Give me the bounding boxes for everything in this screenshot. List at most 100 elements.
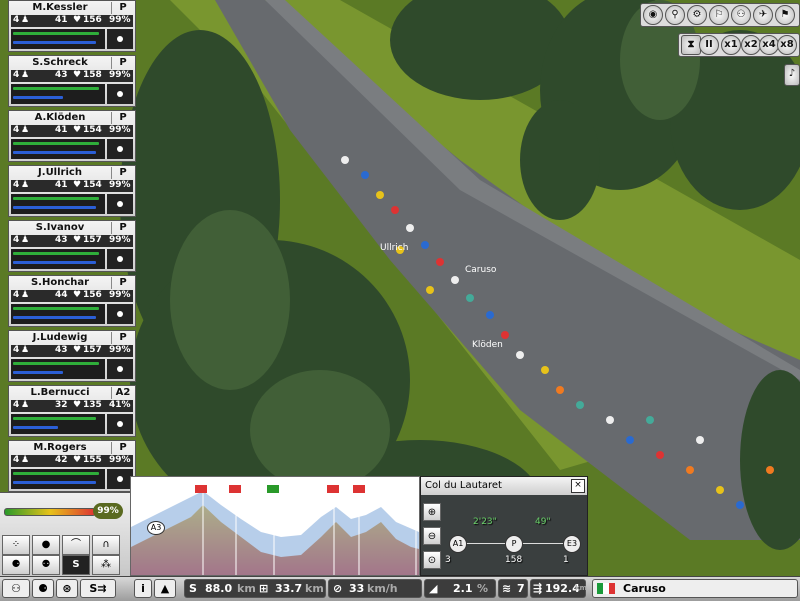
rider-stat-a: 43 bbox=[55, 345, 68, 355]
rider-stat-b: 158 bbox=[83, 70, 102, 80]
view-rider-icon[interactable]: ⚲ bbox=[665, 5, 685, 25]
info-button[interactable]: i bbox=[134, 579, 152, 598]
rider-bars bbox=[11, 304, 105, 324]
rider-stat-a: 41 bbox=[55, 15, 68, 25]
wind-value: 7 bbox=[517, 582, 525, 595]
zoom-reset-icon[interactable]: ⊙ bbox=[423, 551, 441, 569]
rider-blue-bar bbox=[13, 151, 96, 154]
rider-stats: 4 ♟ 41 ♥ 154 99% bbox=[11, 125, 133, 137]
view-road-icon[interactable]: ⚐ bbox=[709, 5, 729, 25]
rider-stats: 4 ♟ 32 ♥ 135 41% bbox=[11, 400, 133, 412]
rider-stat-b: 154 bbox=[83, 180, 102, 190]
rider-card[interactable]: S.Honchar P 4 ♟ 44 ♥ 156 99% bbox=[8, 275, 136, 327]
speed-x1-button[interactable]: x1 bbox=[721, 35, 741, 55]
group-count-right: 1 bbox=[563, 555, 569, 565]
rider-status-dot[interactable] bbox=[107, 139, 133, 159]
rider-stats: 4 ♟ 43 ♥ 157 99% bbox=[11, 235, 133, 247]
rider-name: J.Ullrich bbox=[38, 167, 82, 178]
rider-icon: ♟ bbox=[21, 180, 30, 190]
rider-name: S.Honchar bbox=[30, 277, 90, 288]
rider-stat-a: 32 bbox=[55, 400, 68, 410]
formation-icon[interactable]: ⁘ bbox=[2, 535, 30, 555]
map-label-kloeden: Klöden bbox=[472, 340, 503, 350]
riders-menu-icon[interactable]: ⚇ bbox=[2, 579, 30, 598]
pace-icon[interactable]: ∩ bbox=[92, 535, 120, 555]
sprint-icon[interactable]: ⚉ bbox=[32, 555, 60, 575]
group-node-right[interactable]: E3 bbox=[563, 535, 581, 553]
feed-icon[interactable]: ⁂ bbox=[92, 555, 120, 575]
music-button[interactable]: ♪ bbox=[784, 64, 800, 86]
close-icon[interactable]: × bbox=[571, 479, 585, 493]
rider-stat-b: 135 bbox=[83, 400, 102, 410]
rider-role: P bbox=[111, 167, 134, 179]
rider-role: P bbox=[111, 2, 134, 14]
rider-role: P bbox=[111, 112, 134, 124]
view-group-icon[interactable]: ⚙ bbox=[687, 5, 707, 25]
rider-status-dot[interactable] bbox=[107, 194, 133, 214]
rider-stats: 4 ♟ 42 ♥ 155 99% bbox=[11, 455, 133, 467]
rider-status-dot[interactable] bbox=[107, 29, 133, 49]
s-button-icon[interactable]: S bbox=[62, 555, 90, 575]
rider-icon: ♟ bbox=[21, 400, 30, 410]
profile-toggle-icon[interactable]: ▲ bbox=[154, 579, 176, 598]
camera-icon[interactable]: ◉ bbox=[643, 5, 663, 25]
rider-stat-a: 41 bbox=[55, 125, 68, 135]
rider-energy-pct: 99% bbox=[109, 180, 131, 190]
rider-blue-bar bbox=[13, 426, 58, 429]
rider-status-dot[interactable] bbox=[107, 84, 133, 104]
rider-stat-a: 41 bbox=[55, 180, 68, 190]
rider-stats: 4 ♟ 43 ♥ 158 99% bbox=[11, 70, 133, 82]
attack-icon[interactable]: ● bbox=[32, 535, 60, 555]
team-energy-bar bbox=[4, 508, 96, 516]
group-count-left: 3 bbox=[445, 555, 451, 565]
rider-number: 4 bbox=[13, 455, 20, 465]
map-label-ullrich: Ullrich bbox=[380, 243, 408, 253]
rider-card[interactable]: L.Bernucci A2 4 ♟ 32 ♥ 135 41% bbox=[8, 385, 136, 437]
rider-status-dot[interactable] bbox=[107, 414, 133, 434]
camera-toolbar: ◉ ⚲ ⚙ ⚐ ⚇ ✈ ⚑ bbox=[640, 3, 800, 27]
zoom-out-icon[interactable]: ⊖ bbox=[423, 527, 441, 545]
rider-stat-b: 157 bbox=[83, 345, 102, 355]
rider-card[interactable]: S.Ivanov P 4 ♟ 43 ♥ 157 99% bbox=[8, 220, 136, 272]
climb-title: Col du Lautaret bbox=[421, 477, 587, 495]
rider-role: P bbox=[111, 57, 134, 69]
rider-bars bbox=[11, 249, 105, 269]
sprint-menu-icon[interactable]: S⇉ bbox=[80, 579, 116, 598]
leader-panel[interactable]: Caruso bbox=[592, 579, 798, 598]
speed-x4-button[interactable]: x4 bbox=[759, 35, 779, 55]
rider-card[interactable]: S.Schreck P 4 ♟ 43 ♥ 158 99% bbox=[8, 55, 136, 107]
rider-card[interactable]: M.Kessler P 4 ♟ 41 ♥ 156 99% bbox=[8, 0, 136, 52]
rider-green-bar bbox=[13, 32, 99, 35]
rider-status-dot[interactable] bbox=[107, 249, 133, 269]
wheel-menu-icon[interactable]: ⊛ bbox=[56, 579, 78, 598]
italy-flag-icon bbox=[597, 583, 615, 594]
pause-button[interactable]: II bbox=[699, 35, 719, 55]
group-node-mid[interactable]: P bbox=[505, 535, 523, 553]
rider-card[interactable]: J.Ludewig P 4 ♟ 43 ♥ 157 99% bbox=[8, 330, 136, 382]
rider-card[interactable]: A.Klöden P 4 ♟ 41 ♥ 154 99% bbox=[8, 110, 136, 162]
view-bike-icon[interactable]: ⚇ bbox=[731, 5, 751, 25]
rider-green-bar bbox=[13, 362, 99, 365]
wind-panel: ≋ 7 bbox=[498, 579, 528, 598]
rider-bars bbox=[11, 29, 105, 49]
rider-orders-icon[interactable]: ⚈ bbox=[2, 555, 30, 575]
group-node-left[interactable]: A1 bbox=[449, 535, 467, 553]
rider-blue-bar bbox=[13, 481, 96, 484]
group-icon[interactable]: ⌒ bbox=[62, 535, 90, 555]
view-helicopter-icon[interactable]: ✈ bbox=[753, 5, 773, 25]
view-finish-icon[interactable]: ⚑ bbox=[775, 5, 795, 25]
rider-status-dot[interactable] bbox=[107, 304, 133, 324]
rider-stats: 4 ♟ 43 ♥ 157 99% bbox=[11, 345, 133, 357]
gap-right: 49" bbox=[535, 517, 551, 527]
rider-stats: 4 ♟ 44 ♥ 156 99% bbox=[11, 290, 133, 302]
bike-menu-icon[interactable]: ⚈ bbox=[32, 579, 54, 598]
rider-card[interactable]: M.Rogers P 4 ♟ 42 ♥ 155 99% bbox=[8, 440, 136, 492]
distance-panel: S 88.0 km ⊞ 33.7 km bbox=[184, 579, 326, 598]
heart-icon: ♥ bbox=[73, 180, 82, 190]
zoom-in-icon[interactable]: ⊕ bbox=[423, 503, 441, 521]
rider-card[interactable]: J.Ullrich P 4 ♟ 41 ♥ 154 99% bbox=[8, 165, 136, 217]
rider-status-dot[interactable] bbox=[107, 359, 133, 379]
speed-x2-button[interactable]: x2 bbox=[741, 35, 761, 55]
speed-x8-button[interactable]: x8 bbox=[777, 35, 797, 55]
team-control-panel: 99% ⁘ ● ⌒ ∩ ⚈ ⚉ S ⁂ bbox=[0, 492, 130, 577]
